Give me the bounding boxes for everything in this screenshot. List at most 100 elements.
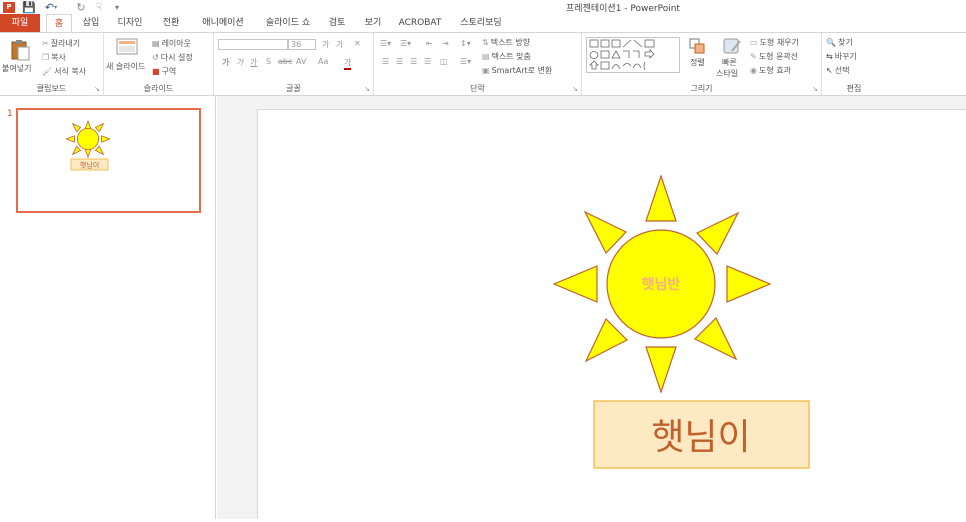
replace-icon: ⇆ [826, 52, 833, 61]
layout-icon: ▤ [152, 39, 160, 48]
sun-ray-northeast[interactable] [696, 211, 740, 256]
sun-ray-south[interactable] [645, 346, 677, 394]
paint-bucket-icon: ▭ [750, 38, 758, 47]
section-button[interactable]: ■ 구역 [152, 66, 176, 77]
slide-canvas[interactable]: 햇님반 햇님이 [257, 109, 966, 519]
columns-icon[interactable]: ◫ [440, 57, 448, 66]
slide-thumbnail[interactable]: 햇님이 [16, 108, 201, 213]
find-label: 찾기 [837, 38, 853, 47]
sun-ray-north[interactable] [645, 174, 677, 222]
italic-button[interactable]: 가 [236, 57, 243, 68]
tab-review[interactable]: 검토 [326, 14, 348, 32]
sun-ray-northwest[interactable] [583, 210, 627, 255]
align-center-icon[interactable]: ☰ [396, 57, 403, 66]
arrange-button[interactable]: 정렬 [690, 57, 705, 68]
align-text-label: 텍스트 맞춤 [491, 52, 531, 61]
tab-view[interactable]: 보기 [362, 14, 384, 32]
thumb-ray-east [101, 135, 111, 143]
slide-drawing: 햇님반 햇님이 [552, 174, 810, 469]
clear-format-icon[interactable]: ✕ [354, 39, 361, 48]
font-name-input[interactable] [218, 39, 288, 50]
layout-button[interactable]: ▤ 레이아웃 [152, 38, 191, 49]
paste-button[interactable]: 붙여넣기 [2, 63, 31, 74]
tab-slideshow[interactable]: 슬라이드 쇼 [262, 14, 314, 32]
reset-button[interactable]: ↺ 다시 설정 [152, 52, 193, 63]
ribbon: 붙여넣기 ✂ 잘라내기 ❐ 복사 🖌 서식 복사 클립보드 ↘ 새 슬라이드 ▤ 레이아… [0, 32, 966, 96]
font-size-input[interactable]: 36 [288, 39, 316, 50]
smartart-icon: ▣ [482, 66, 490, 75]
text-direction-icon: ⇅ [482, 38, 489, 47]
cursor-icon: ↖ [826, 66, 833, 75]
quick-styles-line1[interactable]: 빠른 [722, 57, 737, 68]
drawing-group-label: 그리기 [690, 84, 713, 93]
smartart-button[interactable]: ▣ SmartArt로 변환 [482, 65, 552, 76]
tab-animations[interactable]: 애니메이션 [196, 14, 250, 32]
paragraph-launcher-icon[interactable]: ↘ [572, 85, 578, 93]
bullets-icon[interactable]: ☰▾ [380, 39, 391, 48]
decrease-indent-icon[interactable]: ⇤ [426, 39, 433, 48]
sun-ray-southeast[interactable] [693, 316, 738, 361]
paste-icon[interactable] [9, 39, 31, 64]
new-slide-button[interactable]: 새 슬라이드 [106, 61, 145, 72]
thumb-ray-south [84, 149, 92, 159]
shadow-button[interactable]: S [266, 57, 271, 66]
format-painter-label: 서식 복사 [54, 67, 87, 76]
new-slide-icon[interactable] [116, 37, 138, 60]
sun-ray-west[interactable] [552, 265, 598, 303]
sun-ray-east[interactable] [726, 265, 772, 303]
select-button[interactable]: ↖ 선택 [826, 65, 849, 76]
increase-indent-icon[interactable]: ⇥ [442, 39, 449, 48]
char-spacing-button[interactable]: AV [296, 57, 306, 66]
tab-design[interactable]: 디자인 [114, 14, 146, 32]
change-case-button[interactable]: Aa [318, 57, 328, 66]
tab-home[interactable]: 홈 [46, 14, 72, 32]
shrink-font-button[interactable]: 가 [336, 39, 343, 50]
tab-insert[interactable]: 삽입 [80, 14, 102, 32]
sun-ray-southwest[interactable] [584, 317, 629, 363]
font-launcher-icon[interactable]: ↘ [364, 85, 370, 93]
shape-effects-button[interactable]: ◉ 도형 효과 [750, 65, 791, 76]
tab-storyboarding[interactable]: 스토리보딩 [455, 14, 507, 32]
editing-group: 🔍 찾기 ⇆ 바꾸기 ↖ 선택 편집 [822, 33, 886, 95]
copy-button[interactable]: ❐ 복사 [42, 52, 66, 63]
slides-group-label: 슬라이드 [143, 84, 174, 93]
tab-file[interactable]: 파일 [0, 14, 40, 32]
justify-icon[interactable]: ☰ [424, 57, 431, 66]
font-group-label: 글꼴 [286, 84, 301, 93]
shape-fill-button[interactable]: ▭ 도형 채우기 [750, 37, 799, 48]
thumb-ray-nw [71, 122, 82, 133]
replace-button[interactable]: ⇆ 바꾸기 [826, 51, 857, 62]
tab-acrobat[interactable]: ACROBAT [398, 14, 442, 32]
align-text-button[interactable]: ▤ 텍스트 맞춤 [482, 51, 531, 62]
numbering-icon[interactable]: ☰▾ [400, 39, 411, 48]
paragraph-spacing-icon[interactable]: ☰▾ [460, 57, 471, 66]
cut-button[interactable]: ✂ 잘라내기 [42, 38, 80, 49]
drawing-launcher-icon[interactable]: ↘ [812, 85, 818, 93]
align-left-icon[interactable]: ☰ [382, 57, 389, 66]
quick-styles-line2[interactable]: 스타일 [716, 68, 738, 79]
font-color-button[interactable]: 가 [344, 57, 352, 70]
bold-button[interactable]: 가 [222, 57, 229, 68]
strikethrough-button[interactable]: abc [278, 57, 292, 66]
shapes-gallery-scroll[interactable] [666, 37, 676, 71]
thumb-sun-circle [76, 127, 100, 151]
grow-font-button[interactable]: 가 [322, 39, 329, 50]
clipboard-launcher-icon[interactable]: ↘ [94, 85, 100, 93]
shape-outline-button[interactable]: ✎ 도형 윤곽선 [750, 51, 798, 62]
line-spacing-icon[interactable]: ↕▾ [460, 39, 471, 48]
arrange-icon[interactable] [688, 37, 706, 58]
tab-transitions[interactable]: 전환 [160, 14, 182, 32]
sun-label: 햇님반 [642, 276, 681, 293]
quick-styles-icon[interactable] [722, 37, 742, 58]
clipboard-group: 붙여넣기 ✂ 잘라내기 ❐ 복사 🖌 서식 복사 클립보드 ↘ [0, 33, 104, 95]
copy-icon: ❐ [42, 53, 50, 62]
find-button[interactable]: 🔍 찾기 [826, 37, 853, 48]
text-direction-button[interactable]: ⇅ 텍스트 방향 [482, 37, 530, 48]
thumb-ray-ne [94, 122, 105, 133]
effects-icon: ◉ [750, 66, 757, 75]
format-painter-button[interactable]: 🖌 서식 복사 [42, 66, 86, 77]
thumb-ray-se [94, 145, 105, 156]
align-right-icon[interactable]: ☰ [410, 57, 417, 66]
underline-button[interactable]: 가 [250, 57, 257, 68]
clipboard-group-label: 클립보드 [36, 84, 67, 93]
